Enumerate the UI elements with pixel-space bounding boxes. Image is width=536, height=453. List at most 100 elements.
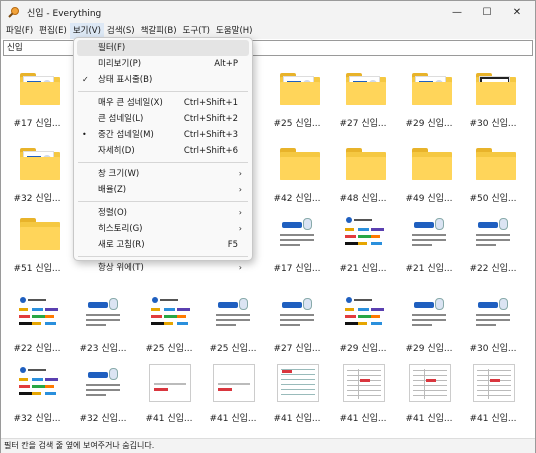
- grid-item-label: #42 신입...: [273, 194, 321, 204]
- grid-item[interactable]: #50 신입...: [463, 134, 523, 204]
- logo-card-thumbnail: [213, 294, 255, 332]
- grid-item-label: #27 신입...: [339, 119, 387, 129]
- menu-item-12[interactable]: 정렬(O) ›: [74, 205, 252, 221]
- menu-item-13[interactable]: 히스토리(G) ›: [74, 221, 252, 237]
- grid-item[interactable]: #41 신입...: [463, 354, 523, 424]
- vertical-scrollbar[interactable]: [528, 59, 534, 437]
- minimize-button[interactable]: —: [441, 1, 473, 23]
- grid-item-label: #32 신입...: [13, 194, 61, 204]
- menu-item-6[interactable]: • 중간 섬네일(M) Ctrl+Shift+3: [74, 127, 252, 143]
- folder-icon: [476, 73, 516, 105]
- menu-item-1[interactable]: 미리보기(P) Alt+P: [74, 56, 252, 72]
- grid-item[interactable]: #32 신입...: [7, 134, 67, 204]
- grid-item-label: #29 신입...: [405, 344, 453, 354]
- maximize-button[interactable]: ☐: [471, 1, 503, 23]
- grid-item-label: #51 신입...: [13, 264, 61, 274]
- folder-icon: [346, 148, 386, 180]
- grid-item[interactable]: #27 신입...: [333, 59, 393, 129]
- grid-item[interactable]: #41 신입...: [267, 354, 327, 424]
- folder-icon: [20, 73, 60, 105]
- menu-item-label: 배율(Z): [98, 185, 127, 195]
- menu-item-shortcut: Ctrl+Shift+1: [183, 98, 238, 108]
- radio-bullet-icon: •: [82, 130, 87, 139]
- grid-item[interactable]: #29 신입...: [399, 59, 459, 129]
- grid-item[interactable]: #29 신입...: [333, 284, 393, 354]
- menu-item-shortcut: Ctrl+Shift+2: [183, 114, 238, 124]
- menu-item-9[interactable]: 창 크기(W) ›: [74, 166, 252, 182]
- tag-card-thumbnail: [149, 294, 191, 332]
- logo-card-thumbnail: [83, 364, 125, 402]
- menu-item-5[interactable]: 큰 섬네일(L) Ctrl+Shift+2: [74, 111, 252, 127]
- grid-item[interactable]: #42 신입...: [267, 134, 327, 204]
- grid-item-label: #41 신입...: [339, 414, 387, 424]
- grid-item-label: #21 신입...: [339, 264, 387, 274]
- logo-card-thumbnail: [277, 214, 319, 252]
- grid-item[interactable]: #17 신입...: [7, 59, 67, 129]
- folder-icon: [20, 148, 60, 180]
- grid-item[interactable]: #32 신입...: [73, 354, 133, 424]
- grid-item[interactable]: #32 신입...: [7, 354, 67, 424]
- close-icon: ✕: [512, 6, 522, 18]
- grid-item[interactable]: #25 신입...: [203, 284, 263, 354]
- grid-item[interactable]: #17 신입...: [267, 204, 327, 274]
- menu-item-2[interactable]: ✓ 상태 표시줄(B): [74, 72, 252, 88]
- grid-item[interactable]: #41 신입...: [139, 354, 199, 424]
- grid-item-label: #32 신입...: [13, 414, 61, 424]
- grid-item-label: #22 신입...: [13, 344, 61, 354]
- grid-item-label: #21 신입...: [405, 264, 453, 274]
- menu-0[interactable]: 파일(F): [3, 23, 36, 39]
- menu-item-shortcut: Ctrl+Shift+3: [183, 130, 238, 140]
- menu-item-0[interactable]: 필터(F): [77, 40, 249, 56]
- menu-separator: [78, 162, 248, 163]
- folder-icon: [20, 218, 60, 250]
- menu-item-label: 히스토리(G): [98, 224, 143, 234]
- grid-item[interactable]: #49 신입...: [399, 134, 459, 204]
- grid-item[interactable]: #41 신입...: [203, 354, 263, 424]
- grid-item[interactable]: #22 신입...: [7, 284, 67, 354]
- logo-card-thumbnail: [473, 294, 515, 332]
- grid-item[interactable]: #23 신입...: [73, 284, 133, 354]
- grid-item[interactable]: #41 신입...: [333, 354, 393, 424]
- grid-item-label: #25 신입...: [145, 344, 193, 354]
- menu-item-shortcut: F5: [227, 240, 238, 250]
- grid-item-label: #29 신입...: [405, 119, 453, 129]
- menu-item-4[interactable]: 매우 큰 섬네일(X) Ctrl+Shift+1: [74, 95, 252, 111]
- logo-card-thumbnail: [473, 214, 515, 252]
- menu-item-label: 상태 표시줄(B): [98, 75, 153, 85]
- menu-item-16[interactable]: 항상 위에(T) ›: [74, 260, 252, 276]
- menu-item-label: 창 크기(W): [98, 169, 140, 179]
- grid-item-label: #25 신입...: [273, 119, 321, 129]
- grid-item[interactable]: #27 신입...: [267, 284, 327, 354]
- grid-item-label: #27 신입...: [273, 344, 321, 354]
- close-button[interactable]: ✕: [501, 1, 533, 23]
- grid-item[interactable]: #41 신입...: [399, 354, 459, 424]
- grid-item-label: #32 신입...: [79, 414, 127, 424]
- document-thumbnail: [473, 364, 515, 402]
- grid-item[interactable]: #48 신입...: [333, 134, 393, 204]
- menu-item-label: 항상 위에(T): [98, 263, 144, 273]
- menu-separator: [78, 201, 248, 202]
- logo-card-thumbnail: [277, 294, 319, 332]
- grid-item[interactable]: #30 신입...: [463, 59, 523, 129]
- grid-item-label: #41 신입...: [469, 414, 517, 424]
- grid-item[interactable]: #25 신입...: [139, 284, 199, 354]
- magnifier-app-icon: [8, 7, 19, 18]
- menu-1[interactable]: 편집(E): [36, 23, 70, 39]
- grid-item-label: #41 신입...: [405, 414, 453, 424]
- grid-item[interactable]: #21 신입...: [399, 204, 459, 274]
- grid-item[interactable]: #22 신입...: [463, 204, 523, 274]
- menu-item-7[interactable]: 자세히(D) Ctrl+Shift+6: [74, 143, 252, 159]
- grid-item-label: #23 신입...: [79, 344, 127, 354]
- menu-item-10[interactable]: 배율(Z) ›: [74, 182, 252, 198]
- document-thumbnail: [277, 364, 319, 402]
- chevron-right-icon: ›: [238, 263, 242, 272]
- grid-item[interactable]: #25 신입...: [267, 59, 327, 129]
- menu-item-14[interactable]: 새로 고침(R) F5: [74, 237, 252, 253]
- grid-item[interactable]: #29 신입...: [399, 284, 459, 354]
- grid-item[interactable]: #51 신입...: [7, 204, 67, 274]
- menu-item-shortcut: Ctrl+Shift+6: [183, 146, 238, 156]
- grid-item[interactable]: #30 신입...: [463, 284, 523, 354]
- logo-card-thumbnail: [409, 214, 451, 252]
- title-bar[interactable]: 신입 - Everything — ☐ ✕: [1, 1, 535, 23]
- grid-item[interactable]: #21 신입...: [333, 204, 393, 274]
